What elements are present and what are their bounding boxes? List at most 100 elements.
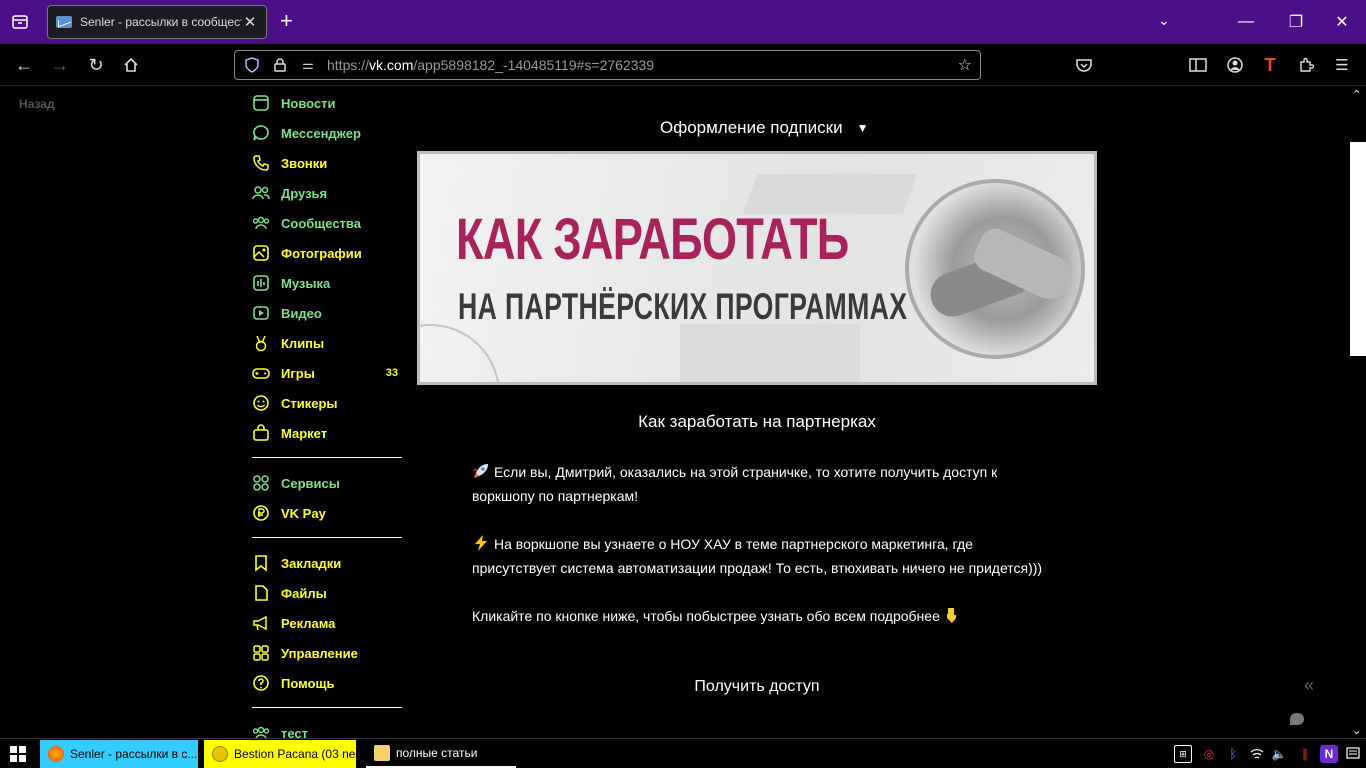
chat-bubble-icon[interactable] [1290, 713, 1304, 725]
subscription-dropdown[interactable]: Оформление подписки ▼ [660, 118, 868, 138]
volume-icon[interactable]: 🔈 [1270, 745, 1288, 763]
tab-strip: Senler - рассылки в сообщест ✕ + ⌄ — ❐ ✕ [0, 0, 1366, 44]
sidebar-item-label: Клипы [281, 335, 325, 351]
sidebar-item-photos[interactable]: Фотографии [252, 238, 402, 268]
sidebar-item-communities[interactable]: Сообщества [252, 208, 402, 238]
account-icon[interactable] [1224, 54, 1246, 76]
sidebar-item-label: Друзья [281, 185, 328, 201]
close-window-button[interactable]: ✕ [1318, 0, 1366, 44]
phone-icon [252, 154, 270, 172]
vk-sidebar: Новости Мессенджер Звонки Друзья Сообщества Ф… [252, 88, 402, 748]
vkpay-icon [252, 504, 270, 522]
sidebar-item-label: Звонки [281, 155, 328, 171]
extensions-puzzle-icon[interactable] [1295, 54, 1317, 76]
tray-app-icon[interactable]: ⊞ [1174, 745, 1192, 763]
taskbar-app-folder[interactable]: полные статьи [366, 740, 516, 768]
games-icon [252, 364, 270, 382]
tabs-list-icon [12, 15, 28, 29]
market-icon [252, 424, 270, 442]
menu-hamburger-icon[interactable]: ☰ [1331, 54, 1353, 76]
paragraph-2: На воркшопе вы узнаете о НОУ ХАУ в теме … [472, 535, 1043, 576]
sidebar-item-phone[interactable]: Звонки [252, 148, 402, 178]
chevron-down-icon[interactable]: ⌄ [1158, 12, 1170, 29]
sidebar-item-services[interactable]: Сервисы [252, 468, 402, 498]
sidebar-item-news[interactable]: Новости [252, 88, 402, 118]
home-icon[interactable] [119, 53, 143, 77]
sidebar-item-manage[interactable]: Управление [252, 638, 402, 668]
new-tab-button[interactable]: + [280, 10, 293, 32]
nav-toolbar: ← → ↻ ⚌ https://vk.com/app5898182_-14048… [0, 44, 1366, 86]
scroll-down-icon[interactable]: ⌄ [1352, 724, 1361, 737]
sidebar-item-clips[interactable]: Клипы [252, 328, 402, 358]
sidebar-item-video[interactable]: Видео [252, 298, 402, 328]
reader-view-icon[interactable] [1187, 54, 1209, 76]
wifi-icon[interactable] [1248, 745, 1266, 763]
collapse-icon[interactable]: « [1304, 675, 1314, 696]
sidebar-item-bookmarks[interactable]: Закладки [252, 548, 402, 578]
friends-icon [252, 184, 270, 202]
get-access-button[interactable]: Получить доступ [417, 678, 1097, 696]
sidebar-item-friends[interactable]: Друзья [252, 178, 402, 208]
sidebar-divider [252, 457, 402, 458]
sidebar-item-label: Реклама [281, 615, 336, 631]
sidebar-item-stickers[interactable]: Стикеры [252, 388, 402, 418]
sidebar-item-label: Видео [281, 305, 322, 321]
list-all-tabs-button[interactable] [0, 0, 40, 44]
tab-title: Senler - рассылки в сообщест [80, 15, 242, 29]
sidebar-item-files[interactable]: Файлы [252, 578, 402, 608]
forward-arrow-icon[interactable]: → [48, 53, 72, 77]
taskbar-app-media[interactable]: Bestion Pacana (03 ne [204, 740, 356, 768]
mail-favicon-icon [56, 16, 72, 28]
pointing-down-icon [946, 608, 956, 623]
windows-start-icon[interactable] [10, 746, 26, 762]
sidebar-item-label: Помощь [281, 675, 335, 691]
sidebar-item-help[interactable]: Помощь [252, 668, 402, 698]
browser-tab-active[interactable]: Senler - рассылки в сообщест ✕ [47, 5, 267, 39]
back-link[interactable]: Назад [19, 97, 55, 111]
messenger-icon [252, 124, 270, 142]
notification-icon[interactable] [1344, 745, 1362, 763]
firefox-icon [48, 746, 64, 762]
music-icon [252, 274, 270, 292]
reload-icon[interactable]: ↻ [84, 53, 108, 77]
services-icon [252, 474, 270, 492]
tray-bars-icon[interactable]: ∥ [1296, 745, 1314, 763]
media-player-icon [212, 746, 228, 762]
lightning-icon [475, 535, 487, 551]
restore-button[interactable]: ❐ [1272, 0, 1320, 44]
post-body: Если вы, Дмитрий, оказались на этой стра… [472, 460, 1052, 652]
paragraph-3: Кликайте по кнопке ниже, чтобы побыстрее… [472, 604, 1052, 628]
banner-headline: КАК ЗАРАБОТАТЬ [456, 207, 849, 272]
sidebar-item-market[interactable]: Маркет [252, 418, 402, 448]
scroll-up-icon[interactable]: ⌃ [1352, 88, 1361, 101]
video-icon [252, 304, 270, 322]
sidebar-item-music[interactable]: Музыка [252, 268, 402, 298]
extension-t-icon[interactable]: T [1259, 54, 1281, 76]
sidebar-item-label: Сервисы [281, 475, 340, 491]
bookmark-star-icon[interactable]: ☆ [958, 55, 972, 75]
address-bar[interactable]: ⚌ https://vk.com/app5898182_-140485119#s… [234, 50, 981, 80]
sidebar-item-ads[interactable]: Реклама [252, 608, 402, 638]
news-icon [252, 94, 270, 112]
shield-icon[interactable] [241, 54, 263, 76]
taskbar: Senler - рассылки в с... Bestion Pacana … [0, 738, 1366, 768]
minimize-button[interactable]: — [1222, 0, 1270, 44]
tray-n-icon[interactable]: N [1320, 745, 1338, 763]
permissions-icon[interactable]: ⚌ [297, 54, 319, 76]
scrollbar-thumb[interactable] [1350, 142, 1366, 356]
close-tab-icon[interactable]: ✕ [242, 13, 258, 31]
lock-icon[interactable] [269, 54, 291, 76]
banner-decoration [680, 324, 860, 382]
taskbar-app-firefox[interactable]: Senler - рассылки в с... [40, 740, 198, 768]
pocket-icon[interactable] [1073, 54, 1095, 76]
sidebar-item-label: Стикеры [281, 395, 338, 411]
sidebar-divider [252, 707, 402, 708]
bluetooth-icon[interactable]: ᛒ [1224, 745, 1242, 763]
sidebar-item-label: Мессенджер [281, 125, 361, 141]
sidebar-divider [252, 537, 402, 538]
opera-icon[interactable]: ◎ [1200, 745, 1218, 763]
sidebar-item-messenger[interactable]: Мессенджер [252, 118, 402, 148]
sidebar-item-games[interactable]: Игры 33 [252, 358, 402, 388]
sidebar-item-vkpay[interactable]: VK Pay [252, 498, 402, 528]
back-arrow-icon[interactable]: ← [12, 53, 36, 77]
